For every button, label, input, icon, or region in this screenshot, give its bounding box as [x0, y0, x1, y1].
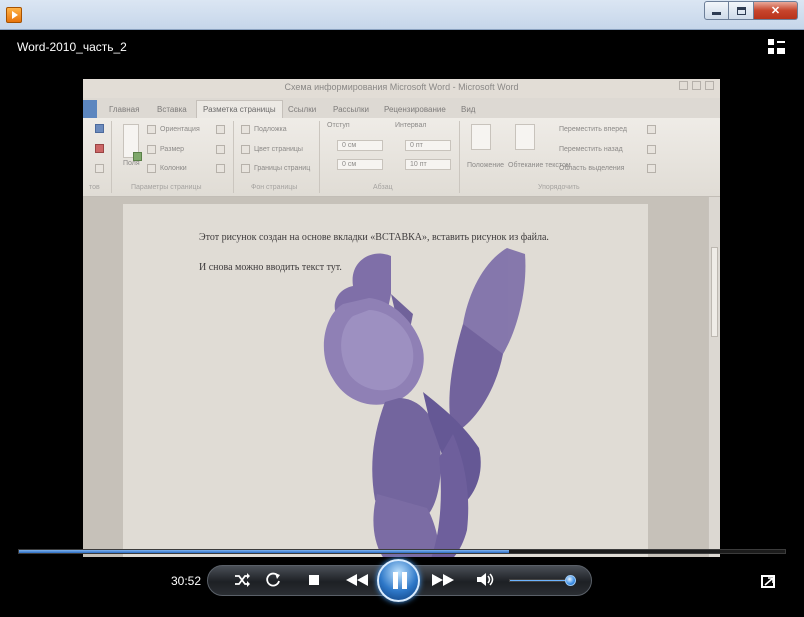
repeat-icon[interactable]	[266, 572, 281, 587]
pause-icon[interactable]	[377, 559, 420, 602]
word-tab-home: Главная	[109, 105, 140, 114]
window-controls: ✕	[704, 1, 798, 20]
ribbon-interval-label: Интервал	[395, 122, 427, 129]
word-ribbon: тов Поля Ориентация Размер Колонки Парам…	[83, 118, 720, 197]
ribbon-group-arrange: Упорядочить	[538, 184, 580, 191]
ribbon-page-borders: Границы страниц	[254, 165, 311, 172]
word-tab-page-layout: Разметка страницы	[196, 100, 283, 118]
ribbon-orientation: Ориентация	[160, 126, 200, 133]
ribbon-selection-pane: Область выделения	[559, 165, 625, 172]
ribbon-cursor-icon	[133, 152, 142, 161]
position-icon	[471, 124, 491, 150]
word-file-tab	[83, 100, 97, 118]
indent-right-field: 0 см	[337, 159, 383, 170]
align-icon	[647, 125, 656, 134]
switch-to-library-icon[interactable]	[768, 39, 785, 54]
volume-slider-thumb[interactable]	[565, 575, 576, 586]
fullscreen-icon[interactable]	[761, 575, 775, 588]
word-window-title: Схема информирования Microsoft Word - Mi…	[83, 79, 720, 98]
ribbon-theme-icon	[95, 124, 104, 133]
maximize-icon	[736, 6, 746, 15]
ribbon-watermark: Подложка	[254, 126, 287, 133]
word-vertical-scrollbar	[708, 197, 720, 557]
media-player-icon	[6, 7, 22, 23]
word-page: Этот рисунок создан на основе вкладки «В…	[123, 204, 648, 557]
fast-forward-icon[interactable]	[432, 574, 454, 586]
word-document-area: Этот рисунок создан на основе вкладки «В…	[83, 197, 720, 557]
close-icon: ✕	[770, 5, 781, 17]
volume-level	[510, 580, 566, 581]
rewind-icon[interactable]	[346, 574, 368, 586]
interval-after-value: 10 пт	[410, 161, 427, 168]
ribbon-colors-icon	[95, 144, 104, 153]
ribbon-size: Размер	[160, 146, 185, 153]
ribbon-position: Положение	[467, 162, 504, 169]
word-tab-review: Рецензирование	[384, 105, 446, 114]
indent-left-field: 0 см	[337, 140, 383, 151]
indent-left-value: 0 см	[342, 142, 357, 149]
interval-before-value: 0 пт	[410, 142, 423, 149]
ribbon-group-themes-tail: тов	[89, 184, 100, 191]
ribbon-page-color: Цвет страницы	[254, 146, 303, 153]
ribbon-indent-label: Отступ	[327, 122, 350, 129]
media-player-window: ✕ Word-2010_часть_2 Схема информирования…	[0, 0, 804, 617]
seek-bar[interactable]	[18, 549, 786, 554]
ribbon-columns: Колонки	[160, 165, 187, 172]
shuffle-icon[interactable]	[234, 573, 251, 587]
interval-before-field: 0 пт	[405, 140, 451, 151]
group-icon	[647, 145, 656, 154]
watermark-icon	[241, 125, 250, 134]
page-borders-icon	[241, 164, 250, 173]
maximize-button[interactable]	[729, 1, 754, 20]
hyphenation-icon	[216, 164, 225, 173]
columns-icon	[147, 164, 156, 173]
seek-bar-progress	[19, 550, 510, 553]
ribbon-margins-label: Поля	[123, 160, 140, 167]
word-tab-insert: Вставка	[157, 105, 187, 114]
volume-slider[interactable]	[509, 579, 571, 582]
ribbon-group-page-setup: Параметры страницы	[131, 184, 202, 191]
word-tab-view: Вид	[461, 105, 476, 114]
close-button[interactable]: ✕	[754, 1, 798, 20]
minimize-icon	[712, 12, 721, 15]
word-tab-mailings: Рассылки	[333, 105, 369, 114]
word-ribbon-tabs: Главная Вставка Разметка страницы Ссылки…	[83, 98, 720, 118]
window-title-bar[interactable]: ✕	[0, 0, 804, 30]
wrap-text-icon	[515, 124, 535, 150]
ribbon-bring-forward: Переместить вперед	[559, 126, 627, 133]
ribbon-group-paragraph: Абзац	[373, 184, 393, 191]
speaker-icon[interactable]	[477, 572, 495, 587]
size-icon	[147, 145, 156, 154]
flower-image	[323, 248, 526, 557]
line-numbers-icon	[216, 145, 225, 154]
orientation-icon	[147, 125, 156, 134]
ribbon-send-backward: Переместить назад	[559, 146, 623, 153]
breaks-icon	[216, 125, 225, 134]
stop-icon[interactable]	[309, 575, 319, 585]
ribbon-effects-icon	[95, 164, 104, 173]
word-tab-references: Ссылки	[288, 105, 317, 114]
indent-right-value: 0 см	[342, 161, 357, 168]
rotate-icon	[647, 164, 656, 173]
word-window-controls	[679, 81, 714, 90]
minimize-button[interactable]	[704, 1, 729, 20]
page-color-icon	[241, 145, 250, 154]
elapsed-time: 30:52	[171, 574, 202, 588]
ribbon-group-page-background: Фон страницы	[251, 184, 298, 191]
video-title: Word-2010_часть_2	[17, 40, 127, 54]
video-frame[interactable]: Схема информирования Microsoft Word - Mi…	[83, 79, 720, 557]
interval-after-field: 10 пт	[405, 159, 451, 170]
